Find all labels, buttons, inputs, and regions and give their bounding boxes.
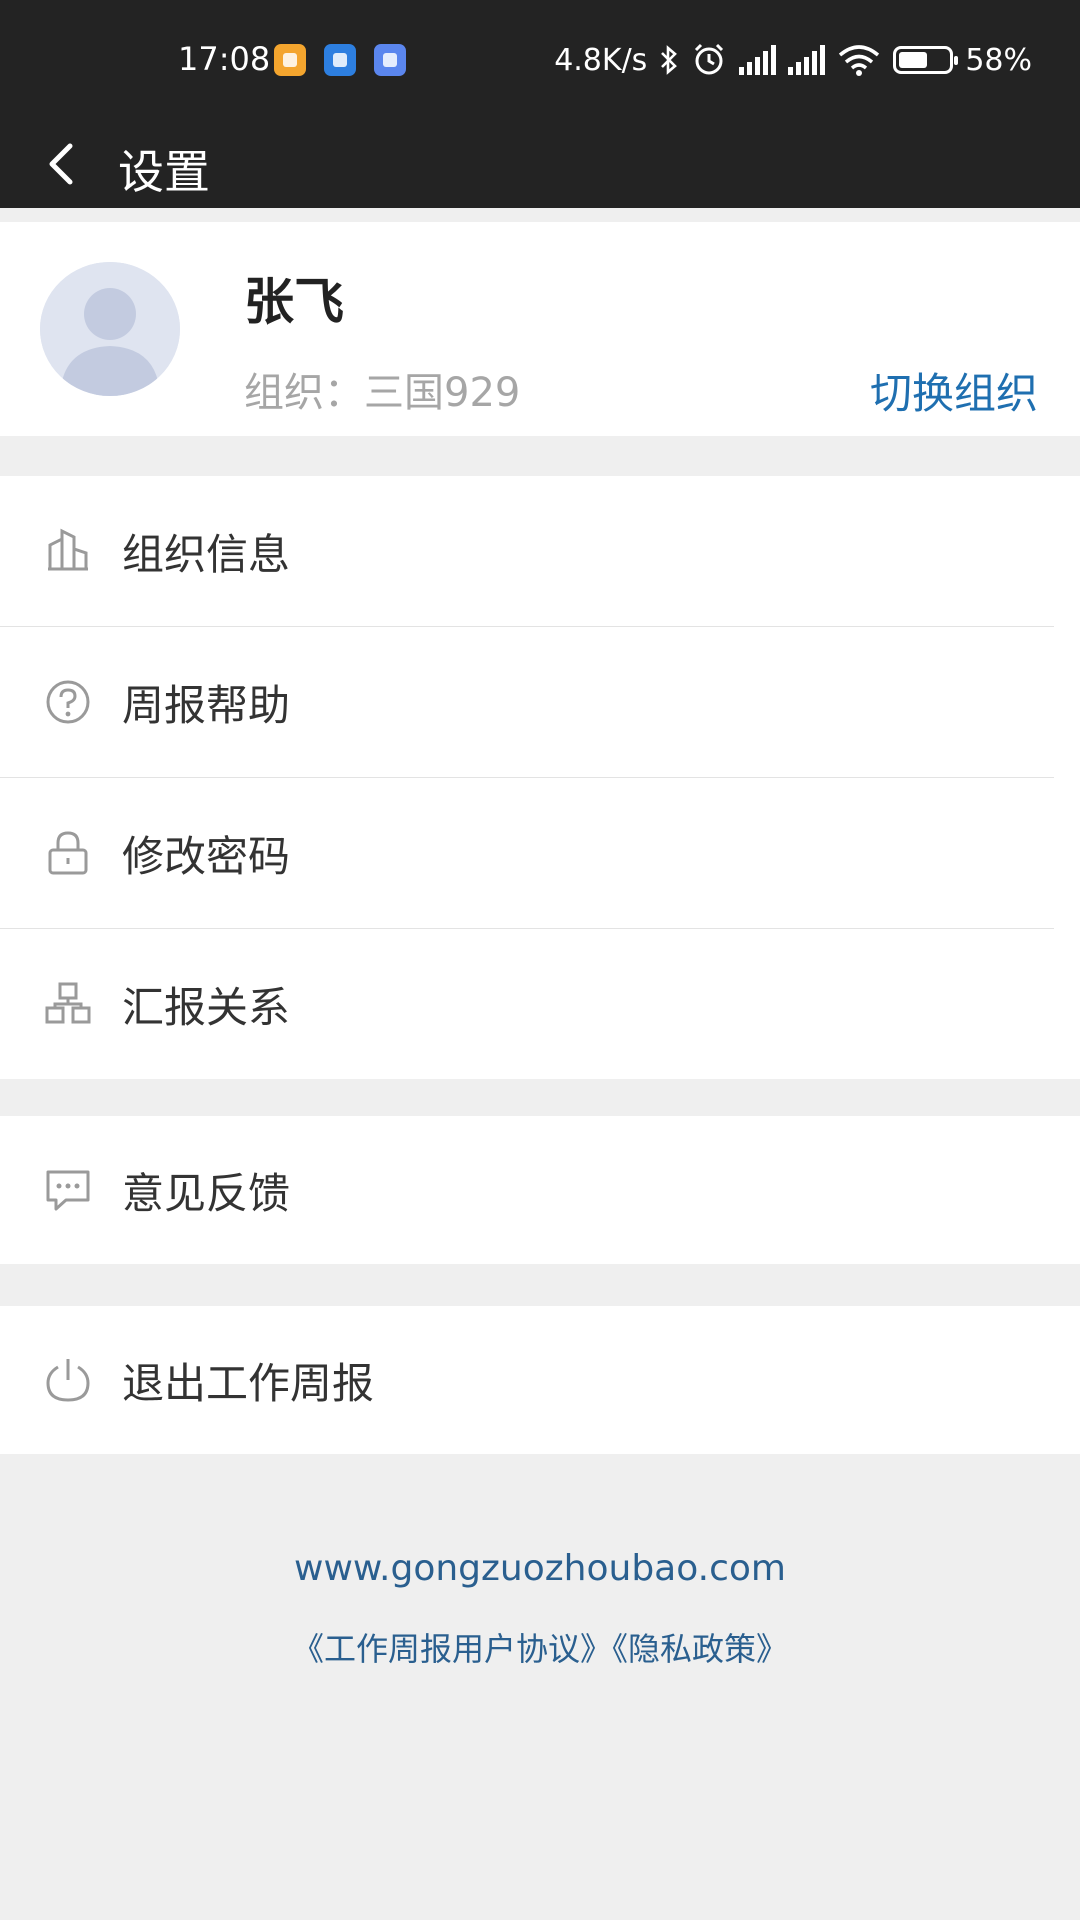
avatar[interactable]: [40, 262, 180, 396]
signal-icon: [788, 45, 826, 75]
menu-item-help[interactable]: 周报帮助: [0, 627, 1080, 777]
organization-line: 组织：三国929: [244, 360, 520, 418]
menu-item-logout[interactable]: 退出工作周报: [0, 1306, 1080, 1454]
chat-icon: [46, 1170, 90, 1211]
org-label: 组织：: [244, 370, 364, 416]
user-name: 张飞: [244, 273, 344, 331]
app-header: 设置: [0, 120, 1080, 208]
settings-group-main: 组织信息 周报帮助 修改密码 汇报关系: [0, 476, 1080, 1079]
privacy-policy-link[interactable]: 《隐私政策》: [612, 1630, 788, 1668]
notification-app-icon: [324, 44, 356, 76]
page-title: 设置: [118, 145, 210, 199]
wifi-icon: [839, 45, 880, 76]
status-indicators: 4.8K/s 58%: [554, 40, 1032, 80]
user-agreement-link[interactable]: 《工作周报用户协议》: [292, 1630, 612, 1668]
chevron-left-icon[interactable]: [40, 140, 84, 188]
question-icon: [46, 680, 90, 724]
menu-item-reporting-relation[interactable]: 汇报关系: [0, 929, 1080, 1079]
menu-item-label: 周报帮助: [122, 680, 291, 730]
bluetooth-icon: [661, 45, 678, 75]
menu-item-change-password[interactable]: 修改密码: [0, 778, 1080, 928]
battery-percent: 58%: [965, 42, 1032, 78]
menu-item-label: 修改密码: [122, 831, 291, 881]
status-bar: 17:08 4.8K/s 58%: [0, 0, 1080, 120]
signal-icon: [739, 45, 777, 75]
notification-app-icon: [274, 44, 306, 76]
org-name: 三国929: [364, 370, 521, 416]
menu-item-feedback[interactable]: 意见反馈: [0, 1116, 1080, 1264]
menu-item-label: 意见反馈: [122, 1168, 291, 1218]
menu-item-label: 组织信息: [122, 529, 291, 579]
battery-icon: [893, 46, 959, 74]
status-time: 17:08: [178, 40, 271, 78]
lock-icon: [48, 831, 88, 875]
legal-links: 《工作周报用户协议》《隐私政策》: [0, 1624, 1080, 1670]
website-link[interactable]: www.gongzuozhoubao.com: [0, 1548, 1080, 1589]
power-icon: [46, 1359, 90, 1402]
settings-group-feedback: 意见反馈: [0, 1116, 1080, 1264]
switch-organization-link[interactable]: 切换组织: [870, 360, 1038, 421]
building-icon: [48, 528, 88, 571]
profile-card: 张飞 组织：三国929 切换组织: [0, 222, 1080, 436]
user-silhouette-icon: [40, 262, 180, 396]
notification-app-icon: [374, 44, 406, 76]
settings-group-logout: 退出工作周报: [0, 1306, 1080, 1454]
hierarchy-icon: [45, 982, 91, 1024]
menu-item-org-info[interactable]: 组织信息: [0, 476, 1080, 626]
alarm-icon: [695, 43, 724, 75]
menu-item-label: 退出工作周报: [122, 1358, 375, 1408]
menu-item-label: 汇报关系: [122, 982, 291, 1032]
network-speed: 4.8K/s: [554, 42, 648, 78]
